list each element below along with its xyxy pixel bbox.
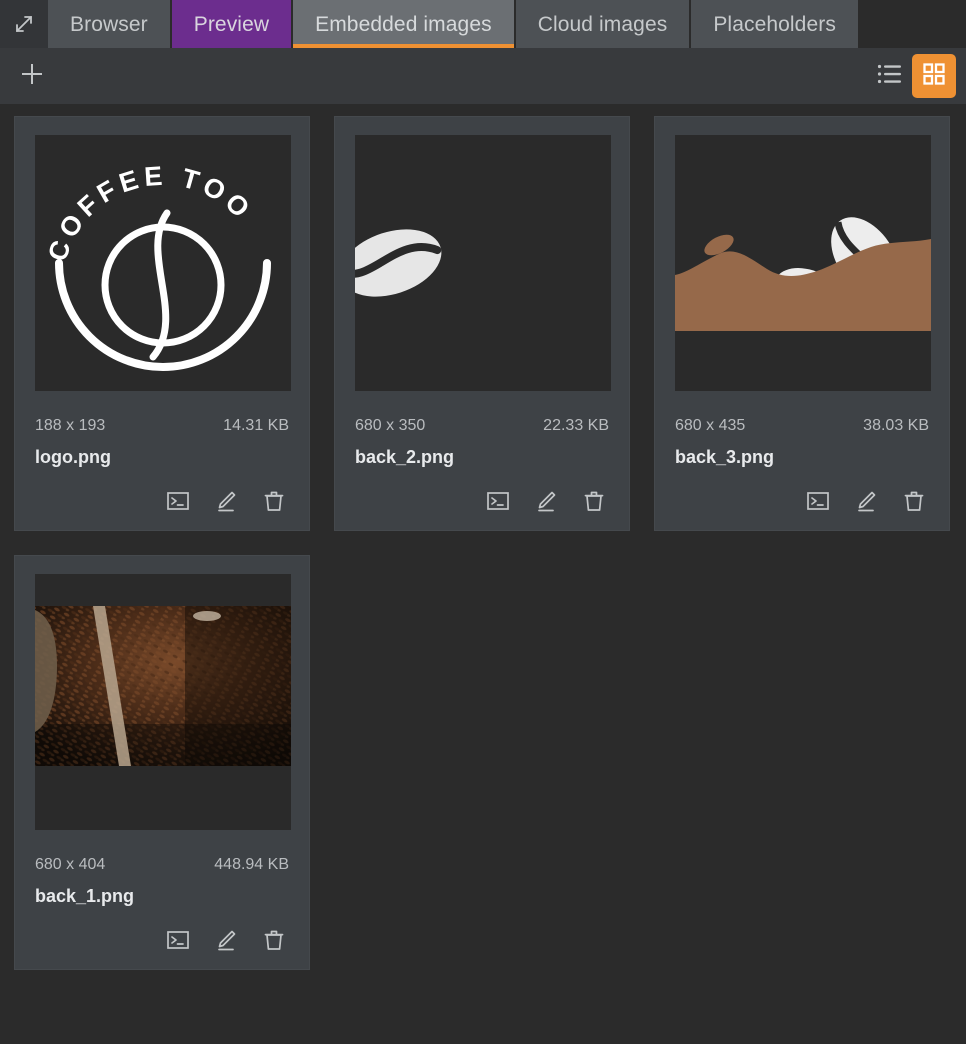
card-actions <box>675 488 929 520</box>
edit-button[interactable] <box>533 488 559 514</box>
add-image-button[interactable] <box>14 58 50 94</box>
pencil-icon <box>214 489 238 513</box>
image-filesize: 38.03 KB <box>863 417 929 434</box>
image-meta: 680 x 435 38.03 KB <box>675 417 929 435</box>
terminal-icon <box>806 489 830 513</box>
trash-icon <box>262 489 286 513</box>
image-meta: 188 x 193 14.31 KB <box>35 417 289 435</box>
console-button[interactable] <box>805 488 831 514</box>
card-actions <box>35 927 289 959</box>
pencil-icon <box>854 489 878 513</box>
image-card[interactable]: 680 x 404 448.94 KB back_1.png <box>14 555 310 970</box>
image-dimensions: 188 x 193 <box>35 417 106 434</box>
pencil-icon <box>534 489 558 513</box>
image-grid: COFFEE TOO 188 x 193 14.31 KB logo.png 6… <box>14 116 952 970</box>
expand-window-button[interactable] <box>0 0 48 48</box>
image-filename: logo.png <box>35 447 111 467</box>
image-thumbnail[interactable] <box>35 574 291 830</box>
image-dimensions: 680 x 404 <box>35 856 106 873</box>
image-card[interactable]: 680 x 435 38.03 KB back_3.png <box>654 116 950 531</box>
bean-left-thumbnail-graphic <box>355 135 611 391</box>
console-button[interactable] <box>165 488 191 514</box>
card-actions <box>355 488 609 520</box>
delete-button[interactable] <box>261 927 287 953</box>
pencil-icon <box>214 928 238 952</box>
image-thumbnail[interactable] <box>675 135 931 391</box>
trash-icon <box>262 928 286 952</box>
image-meta: 680 x 350 22.33 KB <box>355 417 609 435</box>
list-view-button[interactable] <box>868 54 912 98</box>
image-dimensions: 680 x 350 <box>355 417 426 434</box>
terminal-icon <box>486 489 510 513</box>
image-filesize: 22.33 KB <box>543 417 609 434</box>
image-grid-container: COFFEE TOO 188 x 193 14.31 KB logo.png 6… <box>0 106 966 1042</box>
image-dimensions: 680 x 435 <box>675 417 746 434</box>
list-view-icon <box>877 63 903 90</box>
console-button[interactable] <box>485 488 511 514</box>
edit-button[interactable] <box>853 488 879 514</box>
tab-bar: Browser Preview Embedded images Cloud im… <box>0 0 966 48</box>
image-filesize: 448.94 KB <box>214 856 289 873</box>
tab-placeholders[interactable]: Placeholders <box>691 0 860 48</box>
image-card[interactable]: COFFEE TOO 188 x 193 14.31 KB logo.png <box>14 116 310 531</box>
delete-button[interactable] <box>261 488 287 514</box>
edit-button[interactable] <box>213 927 239 953</box>
plus-icon <box>18 60 46 93</box>
image-card[interactable]: 680 x 350 22.33 KB back_2.png <box>334 116 630 531</box>
hills-beans-thumbnail-graphic <box>675 135 931 391</box>
tab-preview[interactable]: Preview <box>171 0 294 48</box>
card-actions <box>35 488 289 520</box>
edit-button[interactable] <box>213 488 239 514</box>
logo-thumbnail-graphic: COFFEE TOO <box>35 135 291 391</box>
image-filename: back_2.png <box>355 447 455 467</box>
grid-view-icon <box>922 62 946 91</box>
expand-diagonal-icon <box>13 13 35 35</box>
tab-embedded-images[interactable]: Embedded images <box>293 0 516 48</box>
terminal-icon <box>166 489 190 513</box>
image-meta: 680 x 404 448.94 KB <box>35 856 289 874</box>
delete-button[interactable] <box>901 488 927 514</box>
image-filesize: 14.31 KB <box>223 417 289 434</box>
coffee-photo-thumbnail-graphic <box>35 574 291 830</box>
toolbar <box>0 48 966 106</box>
console-button[interactable] <box>165 927 191 953</box>
delete-button[interactable] <box>581 488 607 514</box>
grid-view-button[interactable] <box>912 54 956 98</box>
terminal-icon <box>166 928 190 952</box>
tab-cloud-images[interactable]: Cloud images <box>515 0 692 48</box>
image-thumbnail[interactable]: COFFEE TOO <box>35 135 291 391</box>
image-filename: back_1.png <box>35 886 135 906</box>
tab-browser[interactable]: Browser <box>48 0 172 48</box>
trash-icon <box>582 489 606 513</box>
image-filename: back_3.png <box>675 447 775 467</box>
image-thumbnail[interactable] <box>355 135 611 391</box>
trash-icon <box>902 489 926 513</box>
